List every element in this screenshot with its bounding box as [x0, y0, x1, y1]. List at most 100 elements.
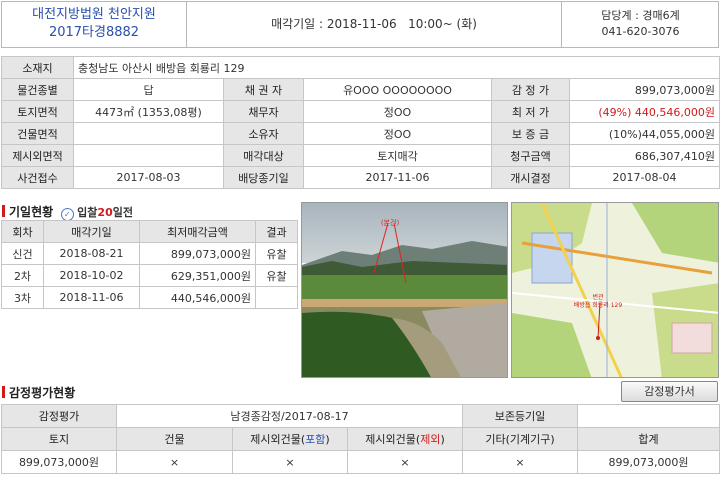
history-title: 기일현황 — [9, 205, 54, 219]
table-row: 3차 2018-11-06 440,546,000원 — [1, 286, 298, 309]
table-row: 신건 2018-08-21 899,073,000원 유찰 — [1, 242, 298, 265]
info-label: 최 저 가 — [491, 100, 570, 123]
round-cell: 신건 — [1, 242, 44, 265]
price-cell: 440,546,000원 — [139, 286, 256, 309]
date-cell: 2018-08-21 — [43, 242, 140, 265]
appraiser-value: 남경종감정/2017-08-17 — [115, 404, 464, 428]
table-row: 2차 2018-10-02 629,351,000원 유찰 — [1, 264, 298, 287]
court-name: 대전지방법원 천안지원 — [32, 7, 156, 22]
info-label: 개시결정 — [491, 166, 570, 189]
info-value — [73, 144, 224, 167]
appraisal-header: 기타(기계기구) — [462, 427, 579, 451]
auction-date: 매각기일 : 2018-11-06 10:00~ (화) — [187, 2, 562, 47]
info-label: 청구금액 — [491, 144, 570, 167]
property-photo[interactable]: (본건) — [301, 202, 508, 378]
minimum-price: (49%) 440,546,000원 — [569, 100, 720, 123]
result-cell: 유찰 — [255, 242, 298, 265]
info-value: 4473㎡ (1353,08평) — [73, 100, 224, 123]
department-block: 담당계 : 경매6계 041-620-3076 — [562, 2, 719, 47]
info-value: 답 — [73, 78, 224, 101]
result-cell — [255, 286, 298, 309]
section-marker — [2, 205, 5, 217]
address-value: 충청남도 아산시 배방읍 회룡리 129 — [73, 56, 720, 79]
extra-included-value: × — [232, 450, 348, 474]
history-header: 매각기일 — [43, 220, 140, 243]
info-value: 토지매각 — [303, 144, 492, 167]
history-header: 결과 — [255, 220, 298, 243]
map-image: 번관 배방읍 희룡리 129 — [512, 203, 718, 377]
info-value — [73, 122, 224, 145]
appraisal-header: 건물 — [116, 427, 233, 451]
extra-excluded-value: × — [346, 450, 464, 474]
info-label: 배당종기일 — [223, 166, 304, 189]
appraisal-header: 제시외건물(포함) — [232, 427, 348, 451]
history-title-row: 기일현황 ✓ 입찰20일전 — [2, 203, 133, 221]
location-map[interactable]: 번관 배방읍 희룡리 129 — [511, 202, 719, 378]
claim-amount: 686,307,410원 — [569, 144, 720, 167]
other-value: × — [462, 450, 579, 474]
info-value: 2017-08-03 — [73, 166, 224, 189]
header-excluded: 제외 — [420, 433, 441, 446]
appraisal-title-row: 감정평가현황 — [2, 384, 75, 401]
building-value: × — [116, 450, 233, 474]
date-cell: 2018-11-06 — [43, 286, 140, 309]
map-tag: 번관 — [592, 293, 604, 301]
deposit-value: (10%)44,055,000원 — [569, 122, 720, 145]
appraisal-header: 합계 — [577, 427, 720, 451]
header-text: 제시외건물( — [250, 433, 306, 446]
info-label: 감 정 가 — [491, 78, 570, 101]
days-prefix: 입찰 — [77, 206, 98, 219]
appraisal-report-button[interactable]: 감정평가서 — [621, 381, 718, 402]
info-label: 물건종별 — [1, 78, 74, 101]
map-address: 배방읍 희룡리 129 — [574, 301, 623, 309]
header-text: 제시외건물( — [365, 433, 421, 446]
landscape-photo-image: (본건) — [302, 203, 507, 377]
appraisal-label: 감정평가 — [1, 404, 117, 428]
price-cell: 899,073,000원 — [139, 242, 256, 265]
price-cell: 629,351,000원 — [139, 264, 256, 287]
date-cell: 2018-10-02 — [43, 264, 140, 287]
result-cell: 유찰 — [255, 264, 298, 287]
info-label: 보 증 금 — [491, 122, 570, 145]
round-cell: 2차 — [1, 264, 44, 287]
section-marker — [2, 386, 5, 398]
header-text: ) — [325, 433, 330, 446]
round-cell: 3차 — [1, 286, 44, 309]
header-included: 포함 — [305, 433, 326, 446]
info-value: 정OO — [303, 122, 492, 145]
photo-tag: (본건) — [381, 218, 400, 227]
case-number: 2017타경8882 — [48, 25, 140, 40]
appraisal-title: 감정평가현황 — [9, 386, 76, 400]
appraisal-header: 제시외건물(제외) — [346, 427, 464, 451]
address-label: 소재지 — [1, 56, 74, 79]
info-value: 2017-08-04 — [569, 166, 720, 189]
info-value: 2017-11-06 — [303, 166, 492, 189]
table-row: 899,073,000원 × × × × 899,073,000원 — [1, 450, 720, 474]
history-header: 최저매각금액 — [139, 220, 256, 243]
property-info-table: 소재지 충청남도 아산시 배방읍 회룡리 129 물건종별 답 채 권 자 유O… — [1, 56, 720, 189]
info-label: 채무자 — [223, 100, 304, 123]
info-label: 소유자 — [223, 122, 304, 145]
info-label: 채 권 자 — [223, 78, 304, 101]
court-block: 대전지방법원 천안지원 2017타경8882 — [2, 2, 187, 47]
info-label: 토지면적 — [1, 100, 74, 123]
info-value: 정OO — [303, 100, 492, 123]
appraised-value: 899,073,000원 — [569, 78, 720, 101]
phone-number: 041-620-3076 — [601, 25, 680, 38]
appraisal-table: 감정평가 남경종감정/2017-08-17 보존등기일 토지 건물 제시외건물(… — [1, 404, 720, 474]
days-suffix: 일전 — [112, 206, 133, 219]
department: 담당계 : 경매6계 — [601, 9, 680, 22]
info-label: 제시외면적 — [1, 144, 74, 167]
case-header: 대전지방법원 천안지원 2017타경8882 매각기일 : 2018-11-06… — [1, 1, 719, 48]
auction-history-table: 회차 매각기일 최저매각금액 결과 신건 2018-08-21 899,073,… — [1, 220, 298, 309]
appraisal-header: 토지 — [1, 427, 117, 451]
registration-value — [577, 404, 720, 428]
header-text: ) — [440, 433, 445, 446]
info-label: 사건접수 — [1, 166, 74, 189]
total-value: 899,073,000원 — [577, 450, 720, 474]
days-until-bid: 20 — [97, 206, 113, 219]
registration-label: 보존등기일 — [462, 404, 579, 428]
info-label: 건물면적 — [1, 122, 74, 145]
info-value: 유OOO OOOOOOOO — [303, 78, 492, 101]
history-header: 회차 — [1, 220, 44, 243]
